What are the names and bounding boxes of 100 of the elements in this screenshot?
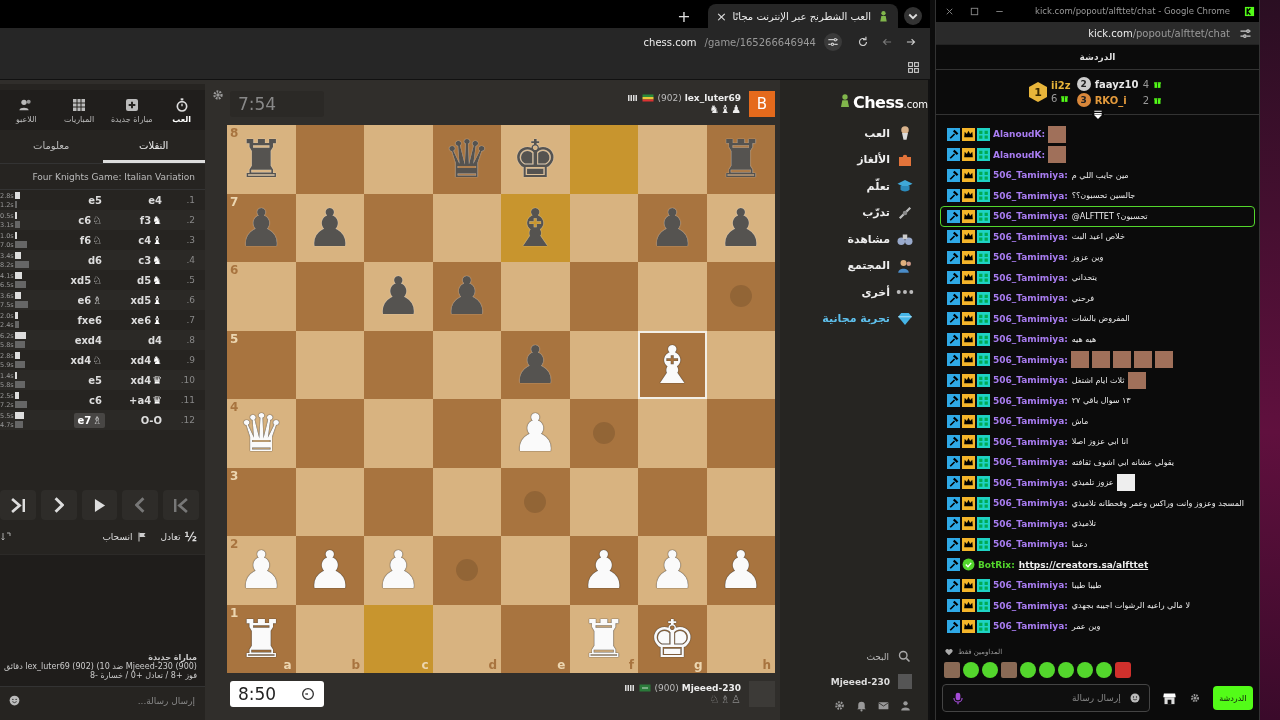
- board-square[interactable]: [501, 467, 570, 536]
- apps-icon[interactable]: [907, 61, 920, 74]
- nav-link[interactable]: المجتمع: [780, 252, 928, 279]
- chess-piece[interactable]: ♝: [648, 338, 696, 391]
- move[interactable]: ♞ c3: [135, 252, 165, 268]
- tab[interactable]: معلومات: [0, 130, 103, 163]
- username[interactable]: 506_Tamimiya:: [993, 600, 1068, 611]
- chess-piece[interactable]: ♟: [580, 544, 628, 597]
- username[interactable]: 506_Tamimiya:: [993, 354, 1068, 365]
- board-square[interactable]: [569, 399, 638, 468]
- chess-piece[interactable]: ♟: [374, 270, 422, 323]
- emote[interactable]: [963, 662, 979, 678]
- move[interactable]: e4: [145, 193, 165, 207]
- username[interactable]: 506_Tamimiya:: [993, 477, 1068, 488]
- move[interactable]: c6: [86, 393, 105, 407]
- emote[interactable]: [1096, 662, 1112, 678]
- move[interactable]: d6: [84, 253, 105, 267]
- emote[interactable]: [1077, 662, 1093, 678]
- username[interactable]: 506_Tamimiya:: [993, 621, 1068, 632]
- emote[interactable]: [1020, 662, 1036, 678]
- username[interactable]: 506_Tamimiya:: [993, 416, 1068, 427]
- username[interactable]: AlanoudK:: [993, 129, 1046, 140]
- chess-piece[interactable]: ♟: [306, 201, 354, 254]
- username[interactable]: 506_Tamimiya:: [993, 580, 1068, 591]
- chess-piece[interactable]: ♟: [306, 544, 354, 597]
- chess-piece[interactable]: ♚: [511, 133, 559, 186]
- play-button[interactable]: [81, 490, 118, 520]
- username[interactable]: 506_Tamimiya:: [993, 313, 1068, 324]
- username[interactable]: 506_Tamimiya:: [993, 457, 1068, 468]
- search-link[interactable]: البحث: [780, 649, 928, 664]
- board-square[interactable]: [569, 467, 638, 536]
- tab[interactable]: النقلات: [102, 130, 205, 163]
- board-square[interactable]: [706, 467, 775, 536]
- chess-piece[interactable]: ♚: [648, 612, 696, 665]
- board-square[interactable]: ♚: [501, 125, 570, 194]
- move[interactable]: ♘ xd5: [67, 272, 105, 288]
- move[interactable]: ♗ e6: [74, 292, 105, 308]
- last-button[interactable]: [0, 490, 36, 520]
- link[interactable]: https://creators.sa/alfttet: [1018, 559, 1149, 570]
- move[interactable]: ♘ c6: [75, 212, 105, 228]
- message-input[interactable]: إرسال رسالة...: [25, 694, 197, 707]
- selected-square[interactable]: ♝: [638, 330, 707, 399]
- move[interactable]: O-O: [137, 413, 165, 427]
- microphone-icon[interactable]: [951, 690, 965, 706]
- username[interactable]: 506_Tamimiya:: [993, 375, 1068, 386]
- board-square[interactable]: ♟: [706, 536, 775, 605]
- username[interactable]: AlanoudK:: [993, 149, 1046, 160]
- maximize-icon[interactable]: [969, 5, 980, 17]
- username[interactable]: 506_Tamimiya:: [993, 334, 1068, 345]
- board-square[interactable]: [569, 330, 638, 399]
- nav-link[interactable]: تدرّب: [780, 199, 928, 226]
- username[interactable]: 506_Tamimiya:: [993, 293, 1068, 304]
- bell-icon[interactable]: [855, 699, 868, 712]
- move[interactable]: ♘ xd4: [67, 352, 105, 368]
- settings-icon[interactable]: [1188, 692, 1201, 704]
- first-button[interactable]: [163, 490, 199, 520]
- nav-link[interactable]: الألغاز: [780, 146, 928, 173]
- address-bar[interactable]: kick.com/popout/alfttet/chat: [936, 22, 1259, 44]
- board-square[interactable]: [706, 262, 775, 331]
- username[interactable]: 506_Tamimiya:: [993, 252, 1068, 263]
- username[interactable]: 506_Tamimiya:: [993, 498, 1068, 509]
- move[interactable]: ♞ f3: [136, 212, 165, 228]
- browser-tab[interactable]: × العب الشطرنج عبر الإنترنت مجانًا: [708, 4, 898, 28]
- move[interactable]: e5: [85, 193, 105, 207]
- move[interactable]: ♞ xd4: [127, 352, 165, 368]
- prev-button[interactable]: [122, 490, 159, 520]
- nav-link[interactable]: العب: [780, 120, 928, 147]
- board-square[interactable]: [432, 330, 501, 399]
- board-square[interactable]: [432, 536, 501, 605]
- tab-list-icon[interactable]: [904, 7, 922, 25]
- username[interactable]: 506_Tamimiya:: [993, 436, 1068, 447]
- username[interactable]: 506_Tamimiya:: [993, 539, 1068, 550]
- move[interactable]: ♛ a4+: [126, 392, 165, 408]
- board-square[interactable]: [432, 467, 501, 536]
- username[interactable]: 506_Tamimiya:: [993, 518, 1068, 529]
- message-field[interactable]: إرسال رسالة: [942, 684, 1150, 712]
- nav-link[interactable]: أخرى: [780, 279, 928, 306]
- board-square[interactable]: ♟: [706, 193, 775, 262]
- username[interactable]: 506_Tamimiya:: [993, 170, 1068, 181]
- next-button[interactable]: [40, 490, 77, 520]
- mail-icon[interactable]: [877, 699, 890, 712]
- board-square[interactable]: [432, 193, 501, 262]
- panel-tab[interactable]: المباريات: [52, 90, 106, 130]
- move[interactable]: ♞ d5: [134, 272, 165, 288]
- board-square[interactable]: ♟: [295, 193, 364, 262]
- emoji-icon[interactable]: [8, 694, 21, 707]
- panel-tab[interactable]: مباراة جديدة: [105, 90, 159, 130]
- flip-board-icon[interactable]: [0, 531, 12, 543]
- move[interactable]: d4: [144, 333, 165, 347]
- username[interactable]: 506_Tamimiya:: [993, 211, 1068, 222]
- board-square[interactable]: ♟: [364, 262, 433, 331]
- site-settings-icon[interactable]: [824, 33, 842, 51]
- panel-tab[interactable]: اللاعبو: [0, 90, 53, 130]
- username[interactable]: 506_Tamimiya:: [993, 190, 1068, 201]
- chat-button[interactable]: الدردشة: [1212, 686, 1253, 710]
- move[interactable]: ♝ xd5: [127, 292, 165, 308]
- chess-logo[interactable]: Chess.com: [836, 90, 928, 112]
- board-square[interactable]: ♟: [569, 536, 638, 605]
- settings-icon[interactable]: [833, 699, 846, 712]
- reload-icon[interactable]: [856, 35, 870, 49]
